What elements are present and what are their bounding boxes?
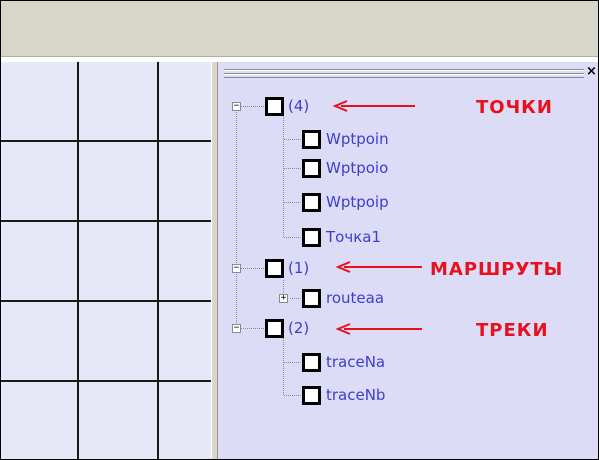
tree-item-label[interactable]: Точка1 bbox=[326, 228, 381, 246]
grid-line bbox=[1, 300, 211, 302]
expander-minus-icon[interactable]: − bbox=[232, 264, 241, 273]
toolbar-area bbox=[1, 1, 598, 57]
map-grid[interactable] bbox=[1, 62, 211, 459]
checkbox-icon[interactable] bbox=[302, 193, 321, 212]
tree-item-label[interactable]: routeaa bbox=[326, 289, 384, 307]
expander-minus-icon[interactable]: − bbox=[232, 324, 241, 333]
expander-minus-icon[interactable]: − bbox=[232, 102, 241, 111]
red-arrow-icon bbox=[336, 261, 422, 273]
annotation-tracks: ТРЕКИ bbox=[476, 320, 549, 341]
red-arrow-icon bbox=[333, 100, 415, 112]
group-label[interactable]: (1) bbox=[288, 259, 309, 277]
checkbox-icon[interactable] bbox=[302, 130, 321, 149]
tree-item-label[interactable]: Wptpoio bbox=[326, 159, 388, 177]
tree-item-label[interactable]: Wptpoin bbox=[326, 130, 389, 148]
tree-item-label[interactable]: traceNa bbox=[326, 353, 385, 371]
checkbox-icon[interactable] bbox=[302, 159, 321, 178]
app-window: × − (4) Wptpoin Wptpoio Wptpoip Точка1 −… bbox=[0, 0, 599, 460]
checkbox-icon[interactable] bbox=[265, 319, 284, 338]
splitter-handle[interactable] bbox=[211, 62, 218, 459]
grid-line bbox=[77, 62, 79, 459]
grid-line bbox=[1, 220, 211, 222]
layers-panel: × − (4) Wptpoin Wptpoio Wptpoip Точка1 −… bbox=[218, 62, 598, 459]
grid-line bbox=[157, 62, 159, 459]
tree-item-label[interactable]: Wptpoip bbox=[326, 193, 389, 211]
checkbox-icon[interactable] bbox=[265, 97, 284, 116]
checkbox-icon[interactable] bbox=[265, 259, 284, 278]
red-arrow-icon bbox=[336, 323, 422, 335]
checkbox-icon[interactable] bbox=[302, 353, 321, 372]
group-label[interactable]: (4) bbox=[288, 97, 309, 115]
expander-plus-icon[interactable]: + bbox=[279, 294, 288, 303]
checkbox-icon[interactable] bbox=[302, 289, 321, 308]
checkbox-icon[interactable] bbox=[302, 386, 321, 405]
annotation-points: ТОЧКИ bbox=[476, 97, 553, 118]
grid-line bbox=[1, 380, 211, 382]
group-label[interactable]: (2) bbox=[288, 319, 309, 337]
checkbox-icon[interactable] bbox=[302, 228, 321, 247]
grid-line bbox=[1, 140, 211, 142]
annotation-routes: МАРШРУТЫ bbox=[430, 259, 564, 280]
tree-item-label[interactable]: traceNb bbox=[326, 386, 385, 404]
